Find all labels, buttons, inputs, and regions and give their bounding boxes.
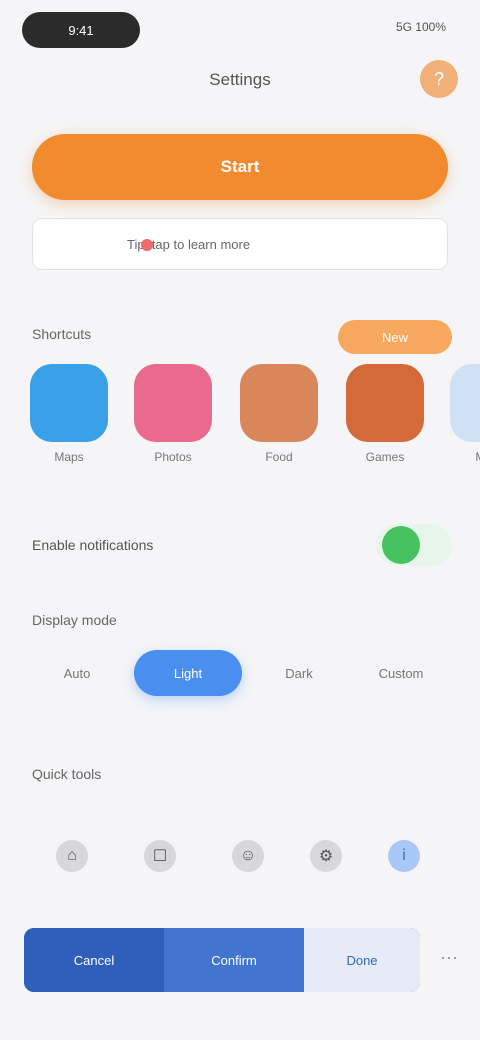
page-title: Settings — [209, 70, 271, 89]
info-icon[interactable]: i — [382, 840, 426, 896]
games-app-icon — [346, 364, 424, 442]
segment-dark[interactable]: Dark — [254, 650, 344, 696]
cart-glyph: ☐ — [144, 840, 176, 872]
info-card[interactable]: Tip: tap to learn more — [32, 218, 448, 270]
quick-tools-row: ⌂ ☐ ☺ ⚙ i — [40, 840, 460, 900]
confirm-button[interactable]: Confirm — [164, 928, 304, 992]
shortcut-label: More — [450, 450, 480, 464]
segment-light[interactable]: Light — [134, 650, 242, 696]
user-glyph: ☺ — [232, 840, 264, 872]
primary-action-button[interactable]: Start — [32, 134, 448, 200]
maps-app-icon — [30, 364, 108, 442]
status-time: 9:41 — [22, 12, 140, 48]
segment-auto[interactable]: Auto — [32, 650, 122, 696]
setting-label: Enable notifications — [32, 537, 154, 553]
shortcut-item-more[interactable]: More — [450, 364, 480, 464]
food-app-icon — [240, 364, 318, 442]
new-badge[interactable]: New — [338, 320, 452, 354]
notifications-toggle[interactable] — [376, 524, 452, 566]
user-icon[interactable]: ☺ — [226, 840, 270, 896]
home-icon[interactable]: ⌂ — [50, 840, 94, 896]
gear-icon[interactable]: ⚙ — [304, 840, 348, 896]
more-app-icon — [450, 364, 480, 442]
help-icon[interactable]: ? — [420, 60, 458, 98]
quick-tools-title: Quick tools — [32, 766, 102, 782]
gear-glyph: ⚙ — [310, 840, 342, 872]
shortcut-item-food[interactable]: Food — [240, 364, 318, 464]
info-glyph: i — [388, 840, 420, 872]
shortcut-label: Photos — [154, 450, 192, 464]
shortcuts-section-title: Shortcuts — [32, 326, 92, 342]
display-mode-title: Display mode — [32, 612, 117, 628]
status-indicators: 5G 100% — [395, 20, 446, 34]
display-mode-segmented-control: Auto Light Dark Custom — [32, 650, 452, 696]
notifications-setting-row: Enable notifications — [32, 520, 452, 570]
done-button[interactable]: Done — [304, 928, 420, 992]
shortcut-item-games[interactable]: Games — [346, 364, 424, 464]
alert-dot-icon — [141, 239, 153, 251]
bottom-action-bar: Cancel Confirm Done — [24, 928, 420, 992]
shortcut-item-maps[interactable]: Maps — [30, 364, 108, 464]
segment-custom[interactable]: Custom — [356, 650, 446, 696]
cart-icon[interactable]: ☐ — [138, 840, 182, 896]
toggle-knob — [382, 526, 420, 564]
photos-app-icon — [134, 364, 212, 442]
shortcut-label: Games — [365, 450, 405, 464]
status-bar: 9:41 5G 100% — [0, 0, 480, 60]
shortcut-item-photos[interactable]: Photos — [134, 364, 212, 464]
cancel-button[interactable]: Cancel — [24, 928, 164, 992]
shortcut-label: Food — [265, 450, 293, 464]
shortcut-label: Maps — [54, 450, 84, 464]
shortcuts-row: Maps Photos Food Games More — [26, 364, 480, 474]
home-glyph: ⌂ — [56, 840, 88, 872]
more-icon[interactable]: ⋯ — [440, 948, 458, 969]
